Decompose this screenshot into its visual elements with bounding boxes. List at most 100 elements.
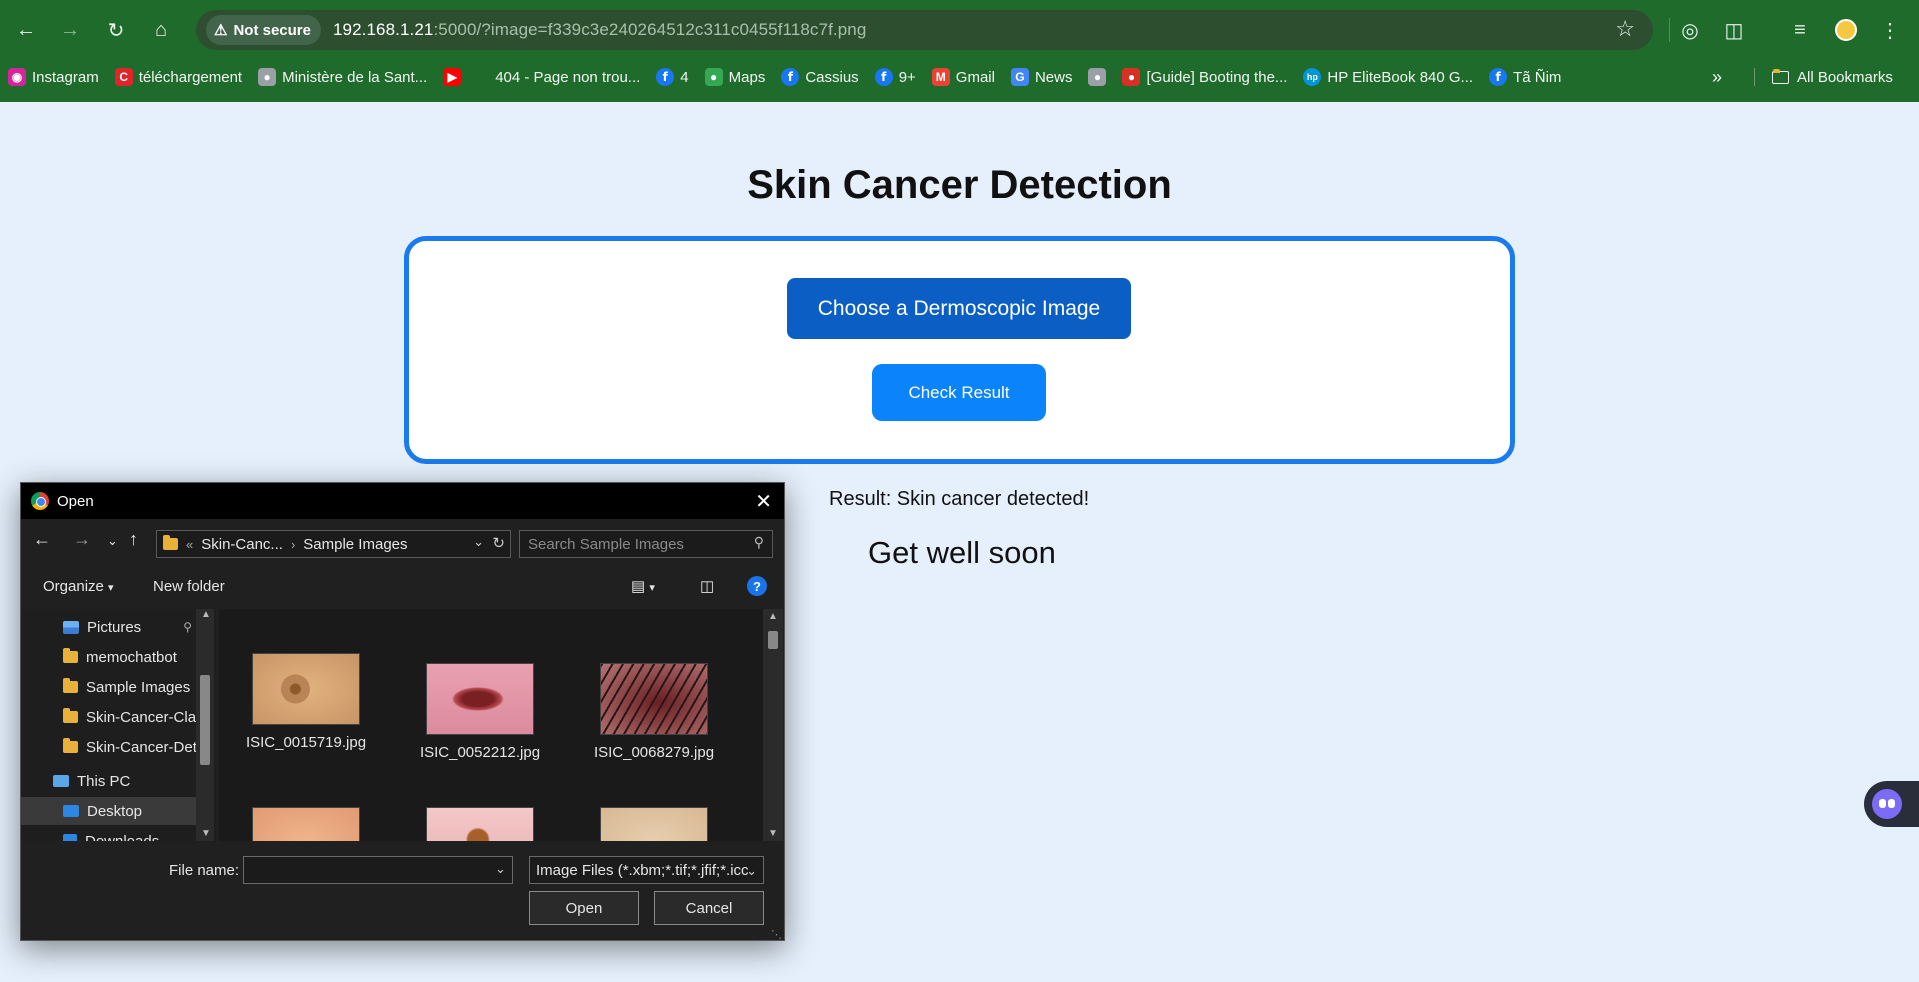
nav-item[interactable]: Skin-Cancer-Det: [21, 733, 196, 761]
new-folder-button[interactable]: New folder: [153, 578, 225, 595]
breadcrumb-parent[interactable]: Skin-Canc...: [201, 536, 283, 553]
folder-path-bar[interactable]: « Skin-Canc... › Sample Images ⌄ ↻: [156, 530, 511, 558]
bookmark-item[interactable]: ◉ Instagram: [0, 62, 107, 92]
nav-item[interactable]: Skin-Cancer-Clas: [21, 703, 196, 731]
downloads-icon: [63, 834, 77, 841]
bookmark-item[interactable]: f4: [648, 62, 696, 92]
nav-item-label: Skin-Cancer-Clas: [86, 708, 196, 726]
bookmark-item[interactable]: G News: [1003, 62, 1081, 92]
breadcrumb-current[interactable]: Sample Images: [303, 536, 407, 553]
security-chip[interactable]: ⚠ Not secure: [206, 15, 321, 45]
bookmark-item[interactable]: 404 - Page non trou...: [469, 62, 648, 92]
nav-item-label: Desktop: [87, 802, 143, 820]
pictures-icon: [63, 620, 79, 634]
open-file-dialog: Open ✕ ← → ⌄ ↑ « Skin-Canc... › Sample I…: [20, 482, 785, 941]
resize-grip-icon[interactable]: ⋱: [771, 928, 782, 940]
lens-icon[interactable]: ◎: [1674, 14, 1706, 46]
browser-toolbar: ← → ↻ ⌂ ⚠ Not secure 192.168.1.21:5000/?…: [0, 0, 1919, 60]
bookmark-item[interactable]: f 9+: [867, 62, 924, 92]
close-icon[interactable]: ✕: [755, 489, 772, 514]
url-text[interactable]: 192.168.1.21:5000/?image=f339c3e24026451…: [333, 20, 866, 40]
file-name: ISIC_0052212.jpg: [419, 744, 541, 761]
file-item[interactable]: [231, 807, 381, 841]
all-bookmarks-button[interactable]: All Bookmarks: [1772, 62, 1893, 92]
bookmark-item[interactable]: ▶: [435, 62, 469, 92]
forward-arrow-icon[interactable]: →: [54, 14, 86, 46]
folder-icon: [63, 648, 78, 663]
home-icon[interactable]: ⌂: [145, 14, 177, 46]
profile-avatar[interactable]: [1830, 14, 1862, 46]
file-item[interactable]: [405, 807, 555, 841]
reload-icon[interactable]: ↻: [100, 14, 132, 46]
help-icon[interactable]: ?: [747, 576, 767, 596]
bookmark-item[interactable]: f Tã Ñim: [1481, 62, 1569, 92]
folder-icon: [1772, 68, 1789, 84]
file-name: ISIC_0068279.jpg: [593, 744, 715, 761]
file-item[interactable]: ISIC_0052212.jpg: [405, 663, 555, 761]
extensions-icon[interactable]: ◫: [1718, 14, 1750, 46]
nav-item[interactable]: Downloads: [21, 827, 196, 841]
chevron-down-icon[interactable]: ⌄: [473, 534, 484, 550]
open-button[interactable]: Open: [529, 891, 639, 925]
recent-locations-chevron-icon[interactable]: ⌄: [107, 533, 118, 549]
view-options-icon[interactable]: ▤ ▾: [631, 577, 655, 595]
page-title: Skin Cancer Detection: [747, 163, 1172, 207]
file-type-select[interactable]: Image Files (*.xbm;*.tif;*.jfif;*.icc ⌄: [529, 856, 764, 884]
chatbot-launcher[interactable]: [1864, 781, 1919, 827]
nav-item-label: Downloads: [85, 832, 160, 842]
file-name-input[interactable]: [243, 856, 513, 884]
navigation-scrollbar[interactable]: ▲ ▼: [196, 609, 214, 841]
nav-item[interactable]: Desktop: [21, 797, 196, 825]
file-item[interactable]: ISIC_0015719.jpg: [231, 653, 381, 751]
cancel-button[interactable]: Cancel: [654, 891, 764, 925]
globe-icon: ●: [1088, 68, 1107, 86]
forward-arrow-icon[interactable]: →: [73, 529, 91, 550]
file-thumbnail: [252, 807, 360, 841]
nav-item[interactable]: Pictures ⚲: [21, 613, 196, 641]
dialog-navigation: ← → ⌄ ↑ « Skin-Canc... › Sample Images ⌄…: [21, 523, 784, 563]
bookmark-item[interactable]: ● [Guide] Booting the...: [1114, 62, 1295, 92]
refresh-icon[interactable]: ↻: [492, 534, 505, 552]
bookmark-item[interactable]: Ctéléchargement: [107, 62, 250, 92]
preview-pane-icon[interactable]: ◫: [700, 577, 714, 595]
nav-item[interactable]: This PC: [21, 767, 196, 795]
address-bar[interactable]: ⚠ Not secure 192.168.1.21:5000/?image=f3…: [196, 10, 1653, 50]
search-icon: ⚲: [753, 534, 764, 550]
scrollbar-thumb[interactable]: [768, 631, 778, 649]
organize-menu[interactable]: Organize ▾: [43, 578, 114, 595]
bookmark-item[interactable]: hp HP EliteBook 840 G...: [1295, 62, 1481, 92]
organize-label: Organize: [43, 578, 104, 595]
letter-c-icon: C: [114, 68, 133, 86]
up-arrow-icon[interactable]: ↑: [129, 529, 138, 550]
menu-kebab-icon[interactable]: ⋮: [1874, 14, 1906, 46]
chevron-down-icon[interactable]: ⌄: [495, 861, 506, 877]
check-result-button[interactable]: Check Result: [872, 364, 1046, 421]
file-list-scrollbar[interactable]: ▲ ▼: [763, 609, 783, 841]
search-input[interactable]: [528, 535, 738, 553]
globe-icon: ●: [258, 68, 277, 86]
dialog-titlebar[interactable]: Open ✕: [21, 483, 784, 519]
back-arrow-icon[interactable]: ←: [10, 14, 42, 46]
choose-image-button[interactable]: Choose a Dermoscopic Image: [787, 278, 1131, 339]
back-arrow-icon[interactable]: ←: [33, 529, 51, 550]
bookmark-item[interactable]: ● Maps: [697, 62, 774, 92]
dialog-search[interactable]: ⚲: [519, 530, 773, 558]
maps-icon: ●: [704, 68, 723, 86]
nav-item[interactable]: memochatbot: [21, 643, 196, 671]
bookmark-item[interactable]: f Cassius: [773, 62, 866, 92]
file-thumbnail: [600, 663, 708, 735]
chrome-logo-icon: [31, 492, 49, 510]
file-item[interactable]: ISIC_0068279.jpg: [579, 663, 729, 761]
reading-list-icon[interactable]: ≡: [1784, 14, 1816, 46]
nav-item[interactable]: Sample Images: [21, 673, 196, 701]
breadcrumb-chevron-icon: ›: [290, 536, 296, 552]
bookmark-star-icon[interactable]: ☆: [1615, 16, 1635, 42]
scrollbar-thumb[interactable]: [200, 675, 210, 765]
bookmarks-overflow-icon[interactable]: »: [1712, 62, 1722, 92]
bookmark-item[interactable]: ● Ministère de la Sant...: [250, 62, 435, 92]
bookmark-item[interactable]: M Gmail: [924, 62, 1003, 92]
desktop-icon: [63, 805, 79, 817]
bookmark-item[interactable]: ●: [1080, 62, 1114, 92]
breadcrumb-overflow-icon[interactable]: «: [186, 537, 193, 552]
file-item[interactable]: [579, 807, 729, 841]
